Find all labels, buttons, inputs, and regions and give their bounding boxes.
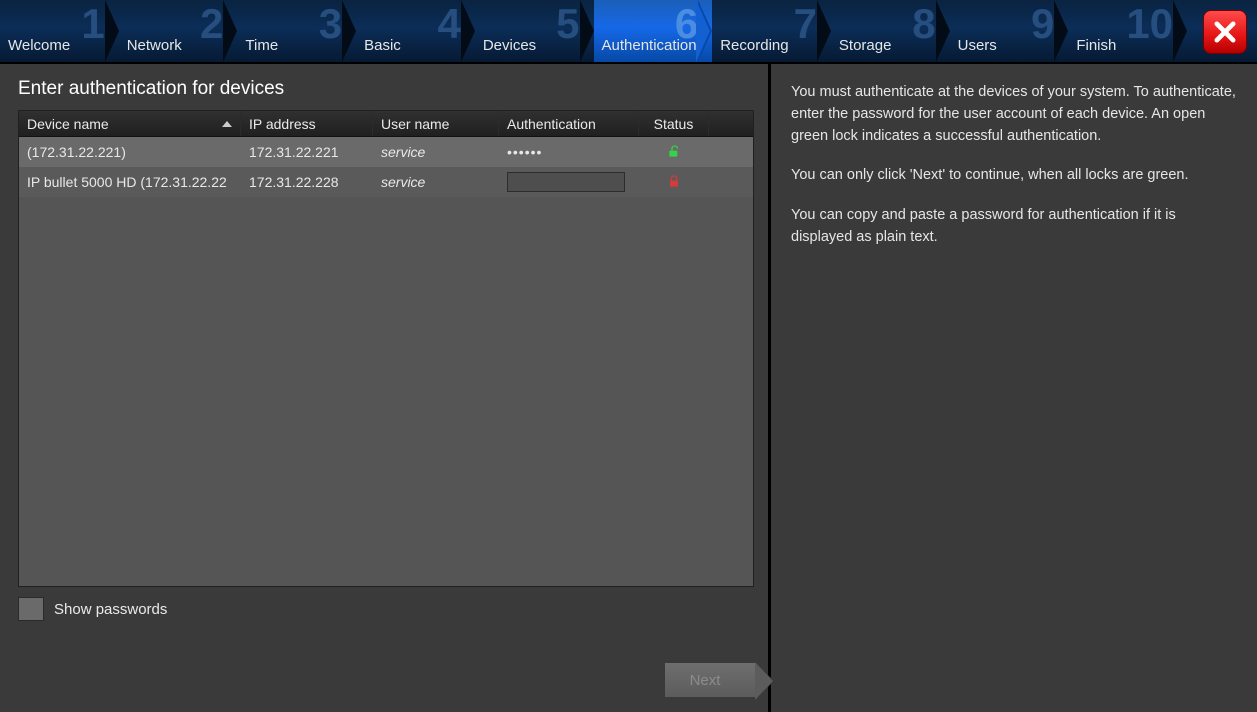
help-paragraph: You can copy and paste a password for au… (791, 205, 1237, 249)
help-panel: You must authenticate at the devices of … (768, 64, 1257, 712)
table-header: Device name IP address User name Authent… (19, 111, 753, 137)
password-input[interactable] (507, 172, 625, 192)
table-row[interactable]: (172.31.22.221)172.31.22.221service •••••… (19, 137, 753, 167)
help-paragraph: You must authenticate at the devices of … (791, 82, 1237, 147)
password-masked: •••••• (507, 144, 542, 160)
cell-username: service (373, 167, 499, 197)
step-label: Devices (483, 37, 536, 54)
step-label: Basic (364, 37, 401, 54)
lock-closed-icon (666, 174, 682, 190)
wizard-step-users[interactable]: 9 Users (950, 0, 1069, 62)
column-header-device-name[interactable]: Device name (19, 111, 241, 136)
step-number: 3 (319, 3, 342, 45)
column-header-label: Device name (27, 116, 109, 132)
cell-authentication (499, 167, 639, 197)
cell-authentication: •••••• (499, 137, 639, 167)
column-header-username[interactable]: User name (373, 111, 499, 136)
step-number: 7 (794, 3, 817, 45)
show-passwords-row: Show passwords (18, 597, 754, 621)
wizard-step-finish[interactable]: 10 Finish (1068, 0, 1187, 62)
wizard-step-devices[interactable]: 5 Devices (475, 0, 594, 62)
step-number: 1 (81, 3, 104, 45)
wizard-step-basic[interactable]: 4 Basic (356, 0, 475, 62)
step-label: Finish (1076, 37, 1116, 54)
sort-asc-icon (222, 121, 232, 127)
step-label: Storage (839, 37, 892, 54)
cell-ip: 172.31.22.221 (241, 137, 373, 167)
wizard-step-storage[interactable]: 8 Storage (831, 0, 950, 62)
cell-ip: 172.31.22.228 (241, 167, 373, 197)
wizard-step-bar: 1 Welcome 2 Network 3 Time 4 Basic 5 Devices 6Auth… (0, 0, 1257, 62)
step-label: Welcome (8, 37, 70, 54)
next-button[interactable]: Next (664, 662, 756, 698)
column-header-status[interactable]: Status (639, 111, 709, 136)
cell-device-name: IP bullet 5000 HD (172.31.22.22 (19, 167, 241, 197)
table-body: (172.31.22.221)172.31.22.221service •••••… (19, 137, 753, 586)
lock-open-icon (666, 144, 682, 160)
column-header-label: Status (654, 116, 694, 132)
table-row[interactable]: IP bullet 5000 HD (172.31.22.22172.31.22… (19, 167, 753, 197)
chevron-right-icon (1173, 0, 1201, 62)
step-label: Users (958, 37, 997, 54)
cell-username: service (373, 137, 499, 167)
show-passwords-label: Show passwords (54, 601, 167, 618)
column-header-label: IP address (249, 116, 316, 132)
step-label: Network (127, 37, 182, 54)
column-header-label: User name (381, 116, 449, 132)
help-paragraph: You can only click 'Next' to continue, w… (791, 165, 1237, 187)
close-icon (1211, 18, 1239, 46)
step-number: 9 (1031, 3, 1054, 45)
step-label: Recording (720, 37, 788, 54)
column-header-label: Authentication (507, 116, 596, 132)
step-label: Authentication (602, 37, 697, 54)
column-header-authentication[interactable]: Authentication (499, 111, 639, 136)
cell-spacer (709, 167, 753, 197)
cell-status (639, 167, 709, 197)
next-button-label: Next (690, 672, 721, 689)
step-number: 8 (912, 3, 935, 45)
wizard-step-authentication[interactable]: 6Authentication (594, 0, 713, 62)
step-number: 2 (200, 3, 223, 45)
close-button[interactable] (1203, 10, 1247, 54)
wizard-step-recording[interactable]: 7 Recording (712, 0, 831, 62)
page-title: Enter authentication for devices (18, 78, 754, 100)
cell-status (639, 137, 709, 167)
wizard-step-time[interactable]: 3 Time (237, 0, 356, 62)
wizard-step-welcome[interactable]: 1 Welcome (0, 0, 119, 62)
left-pane: Enter authentication for devices Device … (0, 64, 768, 712)
step-label: Time (245, 37, 278, 54)
step-number: 5 (556, 3, 579, 45)
show-passwords-checkbox[interactable] (18, 597, 44, 621)
column-header-spacer (709, 111, 753, 136)
column-header-ip[interactable]: IP address (241, 111, 373, 136)
step-number: 4 (437, 3, 460, 45)
cell-spacer (709, 137, 753, 167)
wizard-step-network[interactable]: 2 Network (119, 0, 238, 62)
main-area: Enter authentication for devices Device … (0, 62, 1257, 712)
cell-device-name: (172.31.22.221) (19, 137, 241, 167)
next-button-wrap: Next (664, 662, 756, 698)
step-number: 10 (1126, 3, 1173, 45)
device-auth-table: Device name IP address User name Authent… (18, 110, 754, 587)
